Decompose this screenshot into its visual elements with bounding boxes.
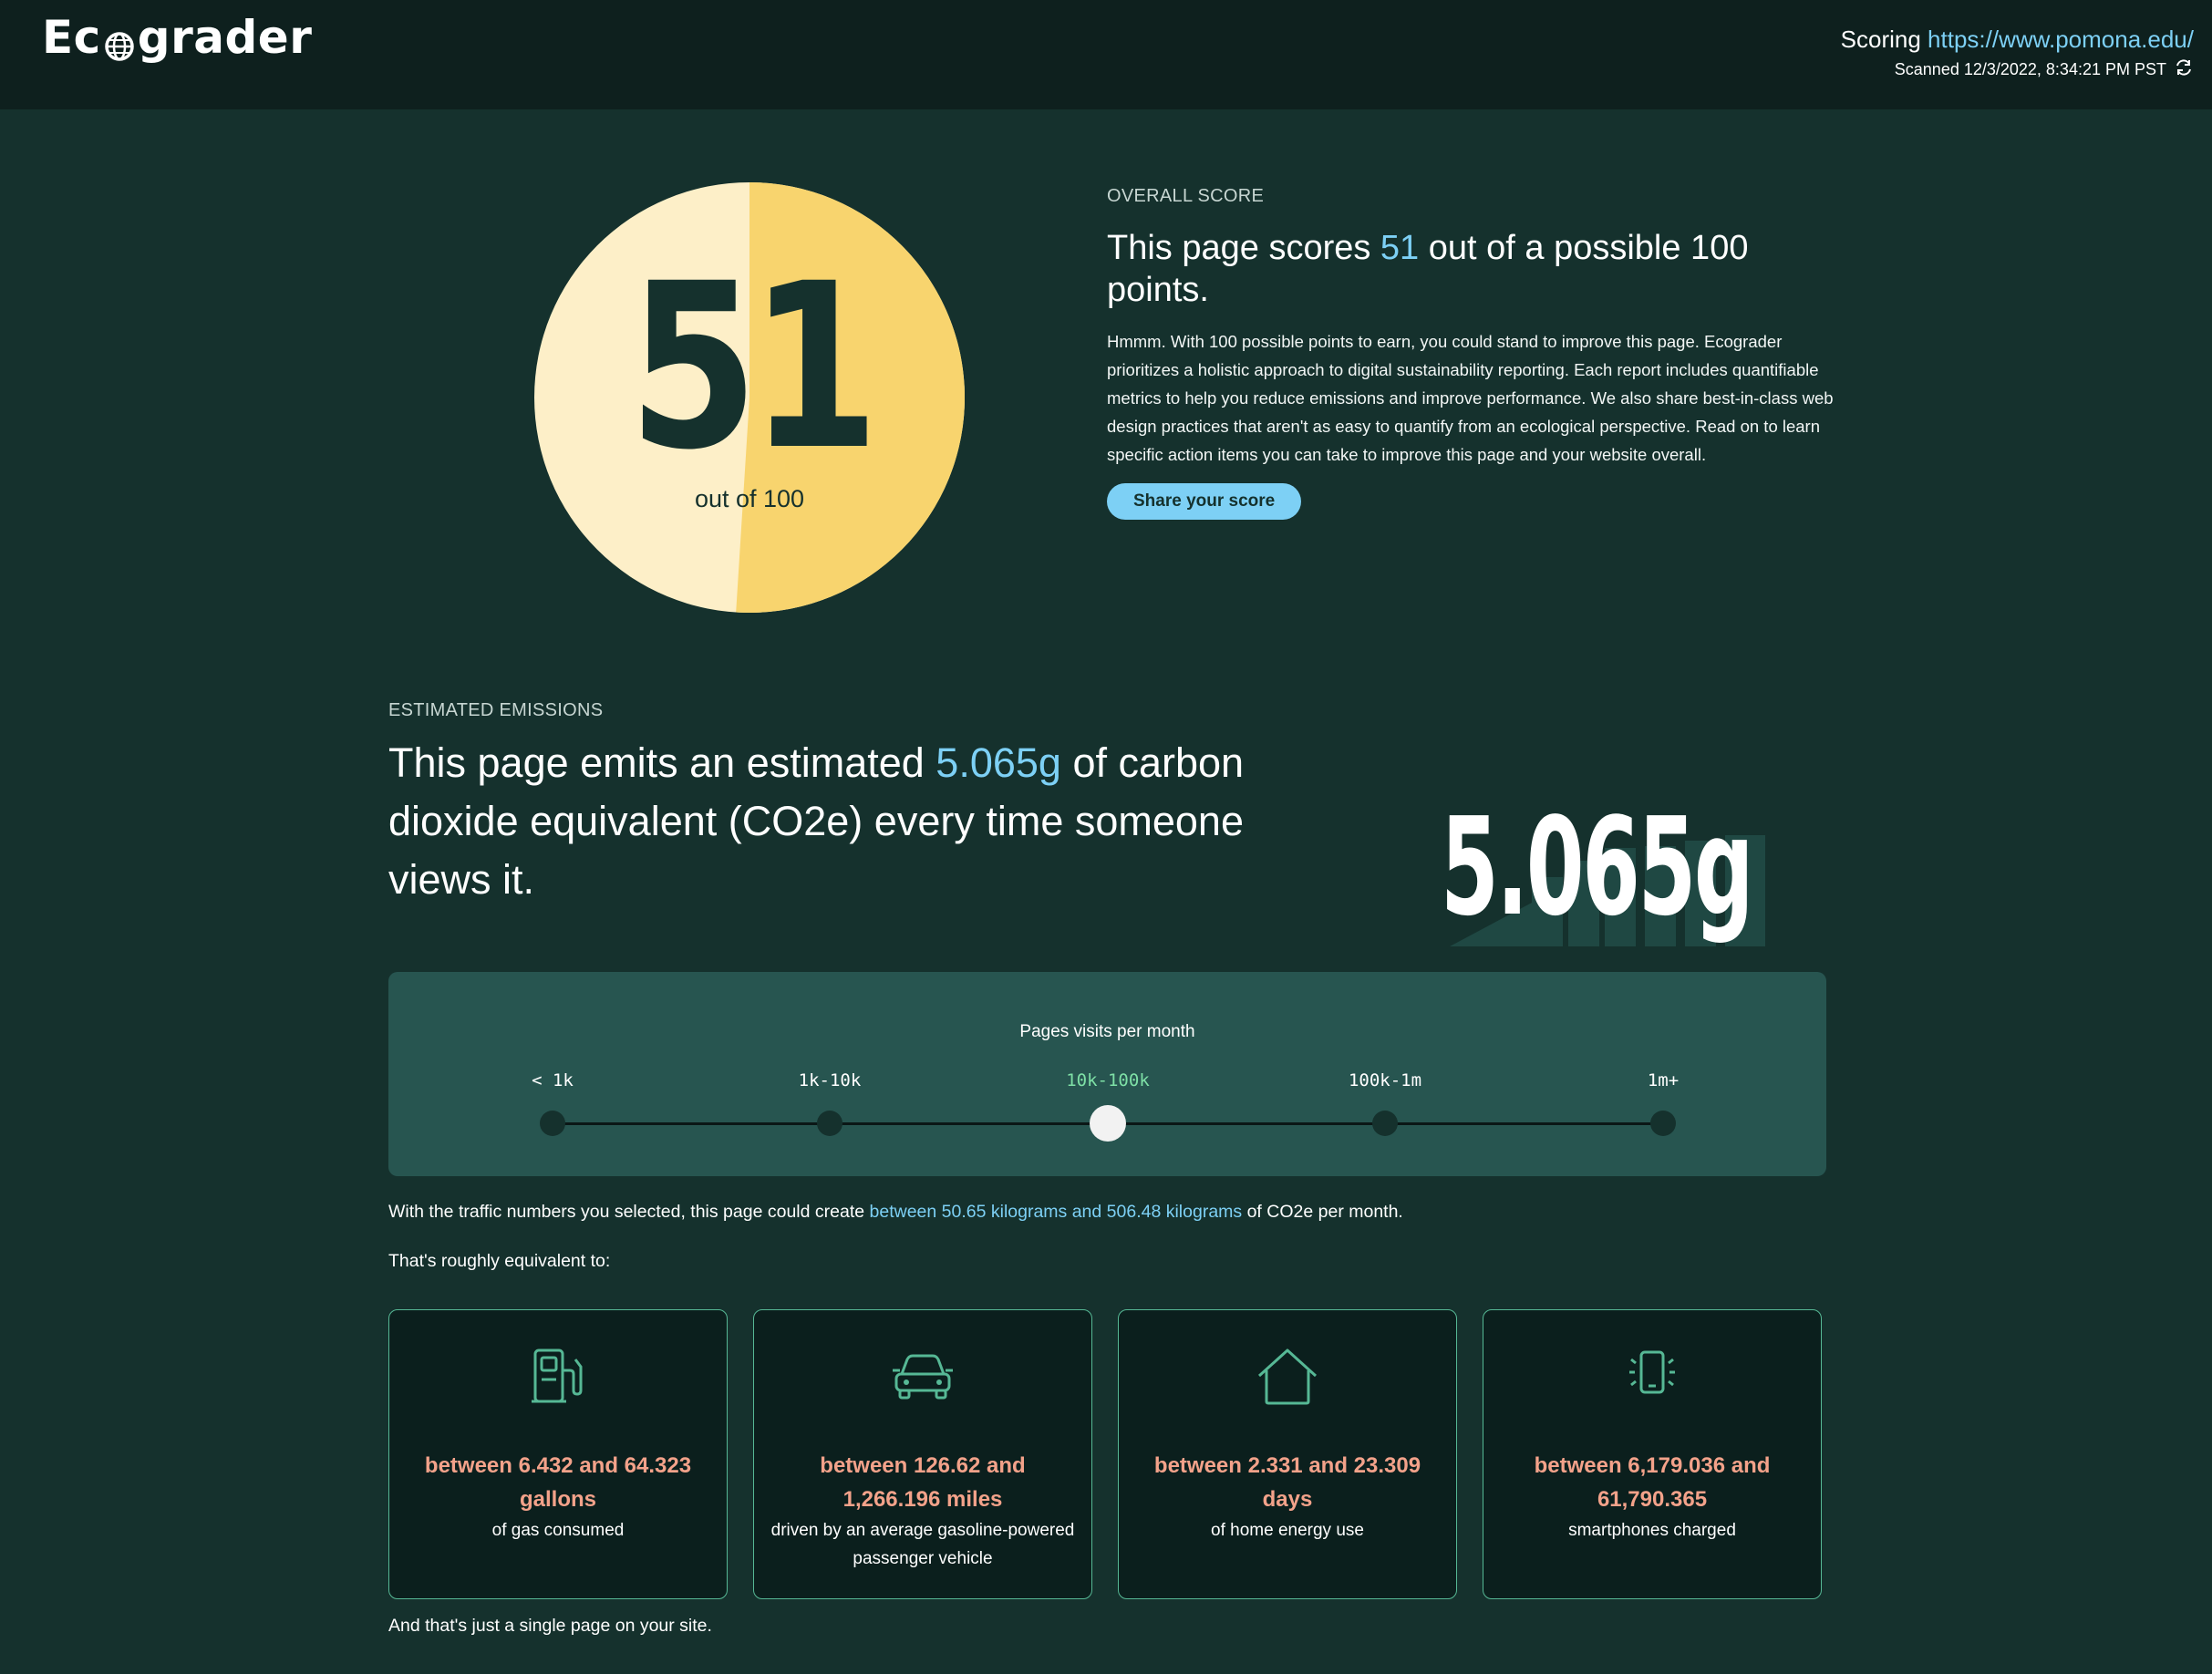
- traffic-option-label[interactable]: 100k-1m: [1349, 1070, 1421, 1090]
- equivalent-card-smartphone: between 6,179.036 and 61,790.365 smartph…: [1483, 1309, 1822, 1599]
- equivalent-description: of home energy use: [1211, 1521, 1364, 1540]
- overall-score-section: OVERALL SCORE This page scores 51 out of…: [1107, 186, 1836, 520]
- equivalent-card-car: between 126.62 and 1,266.196 miles drive…: [753, 1309, 1092, 1599]
- emissions-kicker: ESTIMATED EMISSIONS: [388, 700, 604, 720]
- scored-url-link[interactable]: https://www.pomona.edu/: [1928, 26, 2194, 53]
- emissions-section: ESTIMATED EMISSIONS This page emits an e…: [388, 700, 1300, 909]
- equivalent-amount: between 6,179.036 and 61,790.365 smartph…: [1498, 1449, 1806, 1545]
- equivalent-description: smartphones charged: [1568, 1521, 1736, 1540]
- overall-score-body: Hmmm. With 100 possible points to earn, …: [1107, 332, 1834, 464]
- result-post: of CO2e per month.: [1242, 1202, 1403, 1222]
- scoring-info: Scoring https://www.pomona.edu/ Scanned …: [1841, 26, 2194, 82]
- emissions-big-value-text: 5.065g: [1441, 789, 1754, 946]
- logo-text-start: Ec: [42, 11, 101, 64]
- traffic-option-label[interactable]: 1m+: [1648, 1070, 1679, 1090]
- scoring-label: Scoring: [1840, 26, 1921, 53]
- refresh-icon[interactable]: [2174, 57, 2194, 82]
- score-out-of: out of 100: [694, 485, 805, 512]
- traffic-option-dot[interactable]: [817, 1111, 842, 1136]
- result-range: between 50.65 kilograms and 506.48 kilog…: [869, 1202, 1243, 1222]
- logo-text-end: grader: [137, 11, 313, 64]
- equivalents-grid: between 6.432 and 64.323 gallons of gas …: [388, 1309, 1826, 1603]
- top-bar: Ec grader Scoring https://www.pomona.edu…: [0, 0, 2212, 109]
- equivalent-card-gas: between 6.432 and 64.323 gallons of gas …: [388, 1309, 728, 1599]
- equivalent-intro: That's roughly equivalent to:: [388, 1251, 611, 1271]
- emissions-headline-value: 5.065g: [935, 739, 1061, 786]
- equivalent-amount-text: between 2.331 and 23.309 days: [1153, 1453, 1421, 1512]
- equivalent-amount: between 2.331 and 23.309 days of home en…: [1133, 1449, 1442, 1545]
- footer-note: And that's just a single page on your si…: [388, 1616, 712, 1636]
- traffic-result-sentence: With the traffic numbers you selected, t…: [388, 1202, 1403, 1223]
- traffic-option-dot[interactable]: [1372, 1111, 1398, 1136]
- equivalent-amount-text: between 6.432 and 64.323 gallons: [424, 1453, 692, 1512]
- headline-pre: This page scores: [1107, 229, 1380, 267]
- traffic-option-label[interactable]: 10k-100k: [1066, 1070, 1150, 1090]
- equivalent-description: driven by an average gasoline-powered pa…: [770, 1521, 1075, 1568]
- traffic-selector: Pages visits per month < 1k 1k-10k 10k-1…: [388, 972, 1826, 1176]
- car-icon: [754, 1343, 1091, 1410]
- emissions-big-value: 5.065g: [1441, 793, 1787, 948]
- overall-score-headline: This page scores 51 out of a possible 10…: [1107, 227, 1836, 311]
- traffic-option-label[interactable]: < 1k: [532, 1070, 574, 1090]
- equivalent-description: of gas consumed: [491, 1521, 625, 1540]
- ecograder-logo[interactable]: Ec grader: [42, 11, 312, 64]
- result-pre: With the traffic numbers you selected, t…: [388, 1202, 870, 1222]
- traffic-title: Pages visits per month: [1019, 1022, 1195, 1041]
- gas-pump-icon: [389, 1343, 727, 1410]
- scan-timestamp: Scanned 12/3/2022, 8:34:21 PM PST: [1894, 60, 2166, 78]
- traffic-slider-handle[interactable]: [1090, 1105, 1126, 1142]
- share-score-button[interactable]: Share your score: [1107, 483, 1302, 520]
- equivalent-amount: between 126.62 and 1,266.196 miles drive…: [769, 1449, 1077, 1573]
- equivalent-card-home: between 2.331 and 23.309 days of home en…: [1118, 1309, 1457, 1599]
- overall-score-kicker: OVERALL SCORE: [1107, 186, 1265, 206]
- smartphone-icon: [1483, 1343, 1821, 1410]
- headline-score: 51: [1380, 229, 1420, 267]
- score-value: 51: [628, 234, 879, 500]
- traffic-option-dot[interactable]: [1650, 1111, 1676, 1136]
- traffic-option-label[interactable]: 1k-10k: [799, 1070, 862, 1090]
- equivalent-amount-text: between 6,179.036 and 61,790.365: [1534, 1453, 1771, 1512]
- globe-icon: [103, 21, 136, 61]
- equivalent-amount-text: between 126.62 and 1,266.196 miles: [820, 1453, 1026, 1512]
- equivalent-amount: between 6.432 and 64.323 gallons of gas …: [404, 1449, 712, 1545]
- emissions-headline-pre: This page emits an estimated: [388, 739, 936, 786]
- score-circle: 51 out of 100: [534, 182, 965, 613]
- house-icon: [1119, 1343, 1456, 1410]
- emissions-headline: This page emits an estimated 5.065g of c…: [388, 734, 1300, 909]
- traffic-option-dot[interactable]: [540, 1111, 565, 1136]
